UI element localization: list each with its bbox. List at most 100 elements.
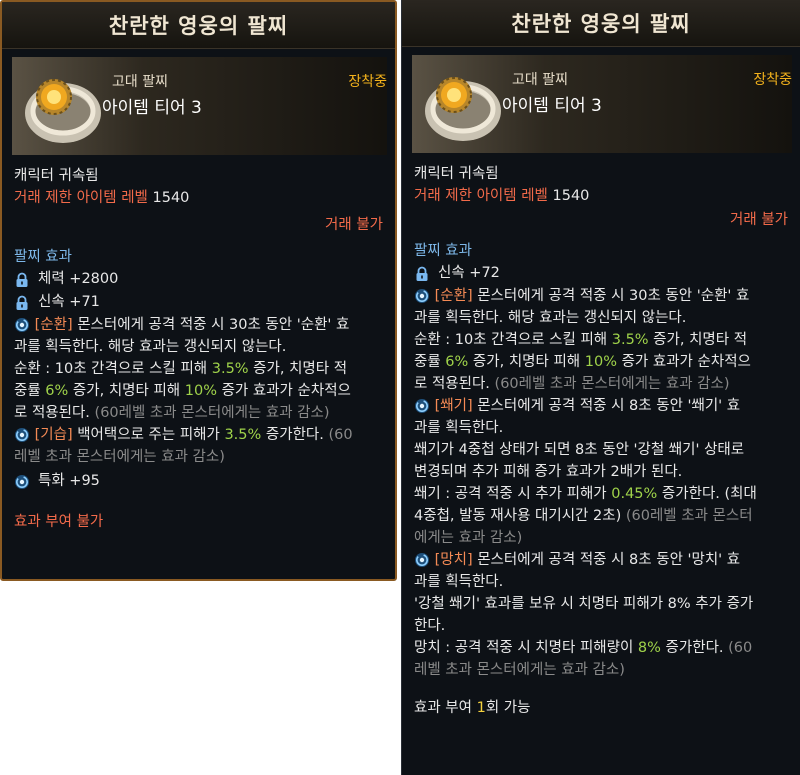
effect-text: '강철 쐐기' 효과를 보유 시 치명타 피해가 8% 추가 증가	[414, 596, 754, 612]
swirl-icon	[414, 552, 430, 568]
swirl-icon	[414, 398, 430, 414]
section-title: 팔찌 효과	[14, 249, 72, 265]
grant-text: 효과 부여	[414, 700, 477, 716]
effect-note: (60레벨 초과 몬스터에게는 효과 감소)	[94, 405, 330, 421]
lock-icon	[14, 272, 30, 288]
grant-status: 효과 부여 불가	[14, 514, 104, 530]
stat-label: 신속 +71	[38, 294, 100, 310]
effect-note: 에게는 효과 감소)	[414, 530, 523, 546]
lock-icon	[414, 266, 430, 282]
effect-note: 레벨 초과 몬스터에게는 효과 감소)	[414, 662, 625, 678]
effect-text: 증가 효과가 순차적으	[616, 354, 751, 370]
bracelet-effects: 팔찌 효과 신속 +72 [순환] 몬스터에게 공격 적중 시 30초 동안 '…	[402, 240, 800, 681]
effect-text: 증가한다.	[660, 640, 729, 656]
effect-value: 3.5%	[211, 361, 249, 377]
effect-text: 과를 획득한다.	[414, 420, 504, 436]
trade-level-value: 1540	[552, 188, 590, 204]
swirl-icon	[14, 317, 30, 333]
effect-text: 순환 : 10초 간격으로 스킬 피해	[414, 332, 612, 348]
lock-icon	[14, 295, 30, 311]
effect-value: 6%	[45, 383, 69, 399]
effect-text: 증가, 치명타 적	[648, 332, 748, 348]
effect-text: 과를 획득한다. 해당 효과는 갱신되지 않는다.	[14, 339, 287, 355]
effect-value: 10%	[584, 354, 617, 370]
grant-status: 효과 부여 1회 가능	[402, 697, 800, 719]
stat-row: 신속 +72	[414, 262, 800, 285]
effect-wedge: [쐐기] 몬스터에게 공격 적중 시 8초 동안 '쐐기' 효 과를 획득한다.…	[414, 395, 800, 549]
effect-text: 한다.	[414, 618, 446, 634]
item-meta: 캐릭터 귀속됨 거래 제한 아이템 레벨 1540	[402, 163, 800, 207]
trade-status: 거래 불가	[730, 212, 788, 228]
effect-text: 증가, 치명타 적	[248, 361, 348, 377]
effect-tag: [순환]	[34, 317, 73, 333]
effect-text: 백어택으로 주는 피해가	[72, 427, 225, 443]
item-tier: 아이템 티어 3	[102, 98, 202, 118]
bound-text: 캐릭터 귀속됨	[14, 168, 99, 184]
bracelet-tooltip-equipped: 찬란한 영웅의 팔찌 고대 팔찌 아이템 티어 3 장착중 캐릭터 귀속됨 거래…	[0, 0, 397, 581]
item-tier: 아이템 티어 3	[502, 96, 602, 116]
effect-value: 3.5%	[611, 332, 649, 348]
stat-label: 신속 +72	[438, 265, 500, 281]
effect-value: 0.45%	[611, 486, 658, 502]
stat-label: 체력 +2800	[38, 271, 119, 287]
stat-row: 특화 +95	[14, 470, 395, 493]
effect-text: 쐐기가 4중첩 상태가 되면 8초 동안 '강철 쐐기' 상태로	[414, 442, 745, 458]
item-category: 고대 팔찌	[512, 72, 568, 88]
effect-text: 증가 효과가 순차적으	[216, 383, 351, 399]
stat-row: 체력 +2800	[14, 268, 395, 291]
effect-tag: [쐐기]	[434, 398, 473, 414]
grant-count: 1	[476, 700, 486, 716]
effect-tag: [기습]	[34, 427, 73, 443]
equipped-badge: 장착중	[348, 74, 387, 90]
effect-text: 중률	[414, 354, 446, 370]
effect-text: 증가한다.	[261, 427, 329, 443]
item-header: 고대 팔찌 아이템 티어 3 장착중	[12, 57, 387, 155]
item-meta: 캐릭터 귀속됨 거래 제한 아이템 레벨 1540	[2, 165, 395, 209]
effect-note: (60	[328, 427, 353, 443]
bound-text: 캐릭터 귀속됨	[414, 166, 499, 182]
effect-text: 쐐기 : 공격 적중 시 추가 피해가	[414, 486, 612, 502]
stat-label: 특화 +95	[38, 473, 100, 489]
effect-note: (60레벨 초과 몬스터에게는 효과 감소)	[494, 376, 730, 392]
effect-value: 8%	[637, 640, 661, 656]
effect-note: (60	[728, 640, 753, 656]
trade-level-label: 거래 제한 아이템 레벨	[14, 190, 148, 206]
effect-text: 몬스터에게 공격 적중 시 30초 동안 '순환' 효	[472, 288, 750, 304]
bracelet-tooltip-compare: 찬란한 영웅의 팔찌 고대 팔찌 아이템 티어 3 장착중 캐릭터 귀속됨 거래…	[401, 0, 800, 775]
trade-level: 거래 제한 아이템 레벨 1540	[14, 187, 395, 209]
tooltip-title-bar: 찬란한 영웅의 팔찌	[402, 0, 800, 47]
item-header: 고대 팔찌 아이템 티어 3 장착중	[412, 55, 792, 153]
effect-text: 순환 : 10초 간격으로 스킬 피해	[14, 361, 212, 377]
effect-text: 과를 획득한다. 해당 효과는 갱신되지 않는다.	[414, 310, 687, 326]
effect-value: 3.5%	[224, 427, 262, 443]
effect-text: 로 적용된다.	[414, 376, 495, 392]
effect-text: 망치 : 공격 적중 시 치명타 피해량이	[414, 640, 638, 656]
effect-text: 몬스터에게 공격 적중 시 30초 동안 '순환' 효	[72, 317, 350, 333]
item-category: 고대 팔찌	[112, 74, 168, 90]
trade-level-value: 1540	[152, 190, 190, 206]
effect-tag: [망치]	[434, 552, 473, 568]
item-title: 찬란한 영웅의 팔찌	[511, 12, 691, 36]
effect-text: 증가, 치명타 피해	[68, 383, 185, 399]
effect-ambush: [기습] 백어택으로 주는 피해가 3.5% 증가한다. (60 레벨 초과 몬…	[14, 424, 395, 468]
effect-text: 로 적용된다.	[14, 405, 95, 421]
bracelet-icon	[418, 59, 508, 149]
effect-text: 4중첩, 발동 재사용 대기시간 2초)	[414, 508, 626, 524]
effect-cycle: [순환] 몬스터에게 공격 적중 시 30초 동안 '순환' 효 과를 획득한다…	[14, 314, 395, 424]
trade-level: 거래 제한 아이템 레벨 1540	[414, 185, 800, 207]
section-title: 팔찌 효과	[414, 243, 472, 259]
trade-status: 거래 불가	[325, 217, 383, 233]
bracelet-icon	[18, 61, 108, 151]
effect-text: 변경되며 추가 피해 증가 효과가 2배가 된다.	[414, 464, 683, 480]
tooltip-title-bar: 찬란한 영웅의 팔찌	[2, 2, 395, 49]
effect-hammer: [망치] 몬스터에게 공격 적중 시 8초 동안 '망치' 효 과를 획득한다.…	[414, 549, 800, 681]
effect-note: (60레벨 초과 몬스터	[625, 508, 753, 524]
bracelet-effects: 팔찌 효과 체력 +2800 신속 +71 [순환] 몬스터에게 공격 적중 시…	[2, 246, 395, 493]
effect-value: 10%	[184, 383, 217, 399]
effect-note: 레벨 초과 몬스터에게는 효과 감소)	[14, 449, 225, 465]
effect-cycle: [순환] 몬스터에게 공격 적중 시 30초 동안 '순환' 효 과를 획득한다…	[414, 285, 800, 395]
trade-level-label: 거래 제한 아이템 레벨	[414, 188, 548, 204]
effect-text: 중률	[14, 383, 46, 399]
swirl-icon	[414, 288, 430, 304]
equipped-badge: 장착중	[753, 72, 792, 88]
